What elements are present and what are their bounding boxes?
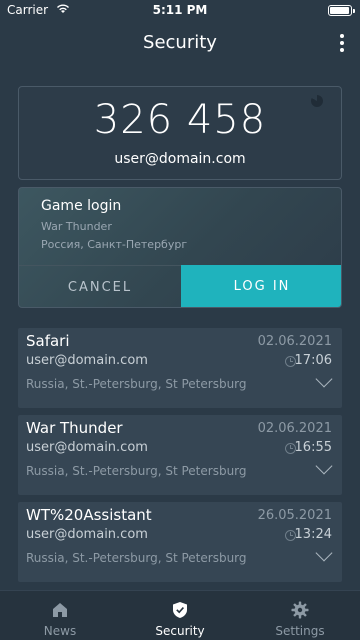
tab-settings[interactable]: Settings — [240, 591, 360, 640]
tab-settings-label: Settings — [275, 624, 325, 638]
login-request-card: Game login War Thunder Россия, Санкт-Пет… — [18, 187, 342, 308]
tab-security-label: Security — [155, 624, 205, 638]
cancel-button[interactable]: CANCEL — [19, 265, 181, 307]
tab-news[interactable]: News — [0, 591, 120, 640]
session-time: 16:55 — [294, 440, 332, 455]
session-time: 13:24 — [294, 527, 332, 542]
session-user: user@domain.com — [26, 353, 148, 368]
shield-icon — [172, 601, 188, 623]
auth-code-user: user@domain.com — [114, 151, 246, 167]
tab-bar: News Security Settings — [0, 590, 360, 640]
page-title: Security — [143, 32, 217, 53]
request-location: Россия, Санкт-Петербург — [41, 238, 188, 251]
session-card[interactable]: Safari 02.06.2021 user@domain.com 17:06 … — [18, 328, 342, 408]
session-location: Russia, St.-Petersburg, St Petersburg — [26, 464, 247, 478]
chevron-down-icon[interactable] — [315, 370, 333, 388]
session-location: Russia, St.-Petersburg, St Petersburg — [26, 551, 247, 565]
request-app: War Thunder — [41, 220, 112, 233]
session-date: 02.06.2021 — [257, 334, 332, 349]
session-card[interactable]: War Thunder 02.06.2021 user@domain.com 1… — [18, 415, 342, 495]
auth-code: 326 458 — [93, 97, 267, 143]
session-location: Russia, St.-Petersburg, St Petersburg — [26, 377, 247, 391]
chevron-down-icon[interactable] — [315, 544, 333, 562]
session-time: 17:06 — [294, 353, 332, 368]
session-date: 26.05.2021 — [257, 508, 332, 523]
auth-code-card: 326 458 user@domain.com — [18, 86, 342, 180]
tab-security[interactable]: Security — [120, 591, 240, 640]
session-user: user@domain.com — [26, 527, 148, 542]
timer-icon — [311, 95, 323, 107]
more-options-icon[interactable] — [338, 34, 346, 52]
session-date: 02.06.2021 — [257, 421, 332, 436]
session-user: user@domain.com — [26, 440, 148, 455]
request-title: Game login — [41, 198, 122, 214]
log-in-button[interactable]: LOG IN — [181, 265, 341, 307]
session-card[interactable]: WT%20Assistant 26.05.2021 user@domain.co… — [18, 502, 342, 582]
session-app: War Thunder — [26, 419, 123, 437]
session-app: WT%20Assistant — [26, 506, 152, 524]
chevron-down-icon[interactable] — [315, 457, 333, 475]
clock: 5:11 PM — [152, 3, 208, 17]
home-icon — [51, 601, 69, 623]
session-app: Safari — [26, 332, 70, 350]
battery-icon — [328, 5, 355, 16]
status-bar: Carrier 5:11 PM — [0, 0, 360, 20]
tab-news-label: News — [43, 624, 77, 638]
gear-icon — [291, 601, 309, 623]
